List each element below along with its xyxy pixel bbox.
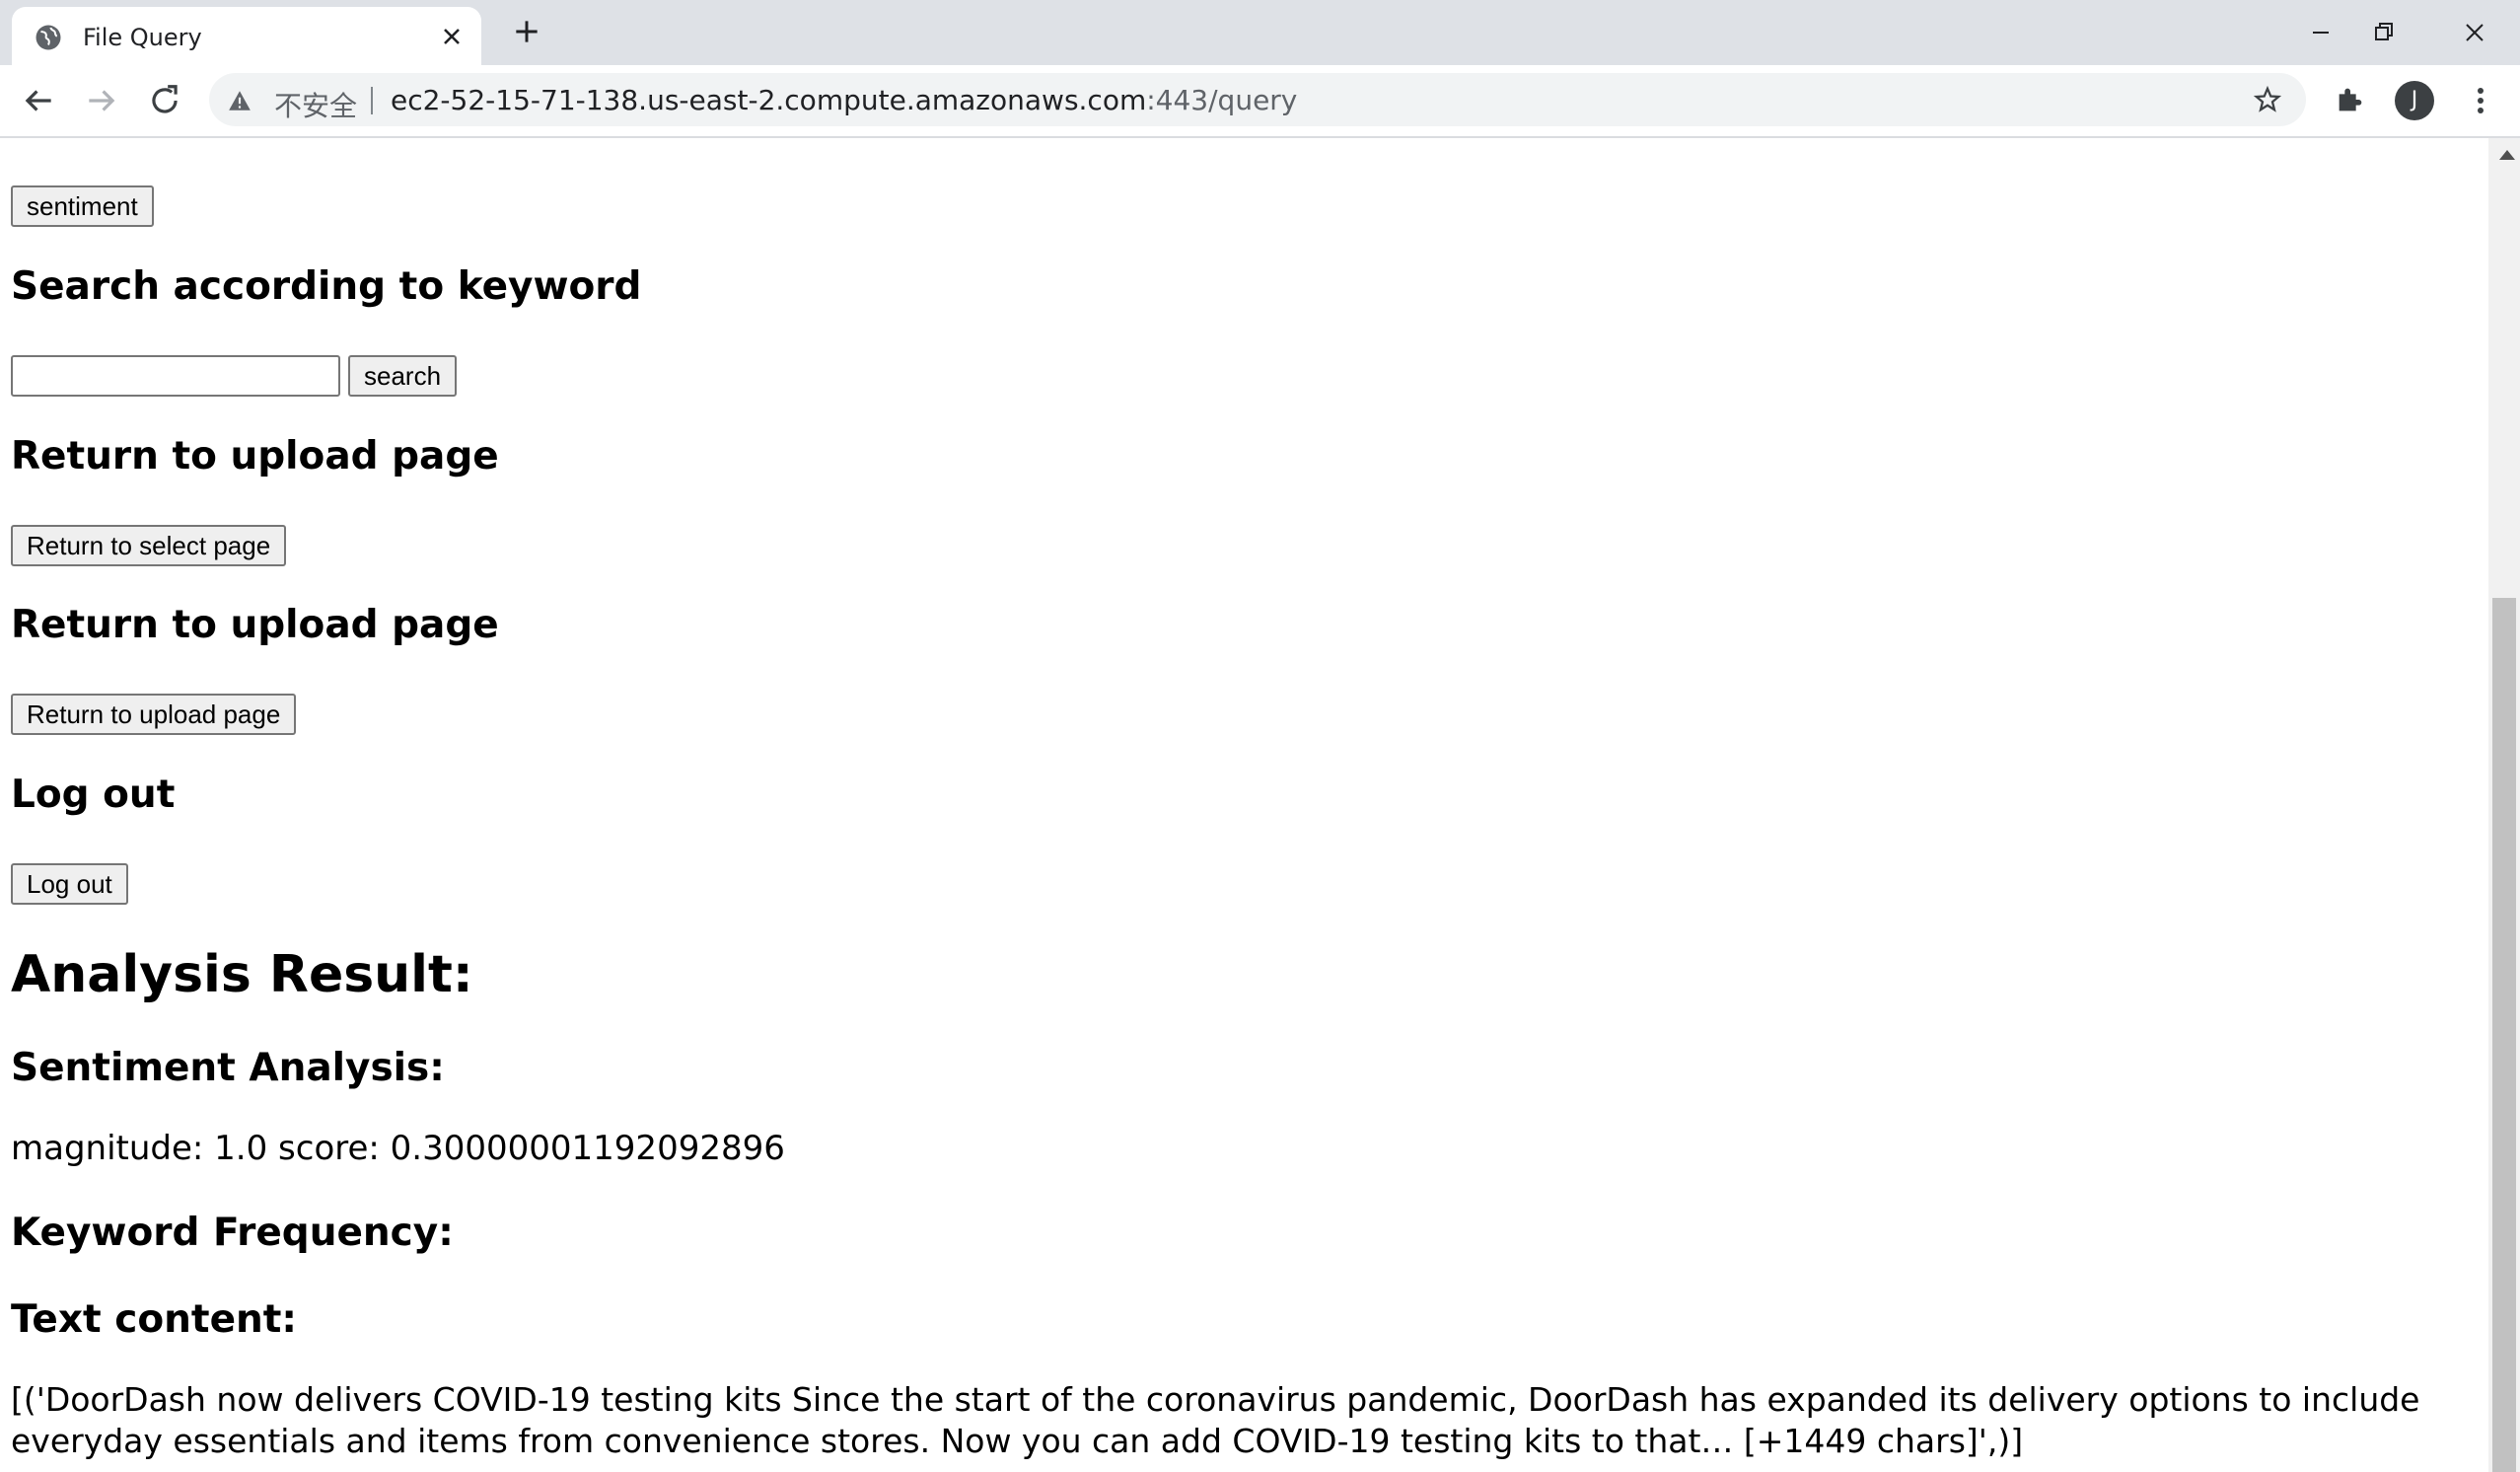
cut-off-heading [11,138,25,147]
globe-icon [36,25,61,50]
extensions-icon[interactable] [2334,83,2367,116]
analysis-result-heading: Analysis Result: [11,945,473,1004]
plus-icon[interactable] [511,16,542,47]
search-heading: Search according to keyword [11,264,642,309]
scrollbar-thumb[interactable] [2492,598,2516,1472]
url-host: ec2-52-15-71-138.us-east-2.compute.amazo… [391,84,1147,116]
search-input[interactable] [11,355,340,397]
keyword-frequency-heading: Keyword Frequency: [11,1211,454,1255]
window-close-icon[interactable] [2452,10,2497,55]
logout-heading: Log out [11,773,176,817]
text-content-body: [('DoorDash now delivers COVID-19 testin… [11,1380,2420,1460]
return-select-button[interactable]: Return to select page [11,525,287,566]
star-icon[interactable] [2253,85,2282,114]
page-viewport: sentiment Search according to keyword se… [0,138,2488,1472]
omnibox-divider [371,87,373,114]
not-secure-label[interactable]: 不安全 [274,85,357,124]
search-button[interactable]: search [348,355,458,397]
vertical-scrollbar[interactable] [2488,138,2520,1472]
reload-icon[interactable] [146,82,183,119]
url-text[interactable]: ec2-52-15-71-138.us-east-2.compute.amazo… [391,84,1297,116]
text-content-heading: Text content: [11,1297,298,1342]
forward-arrow-icon[interactable] [83,82,120,119]
warning-icon[interactable] [227,88,252,113]
tab-strip: File Query [0,0,2520,65]
sentiment-button[interactable]: sentiment [11,185,154,227]
logout-button[interactable]: Log out [11,863,128,905]
return-upload-button[interactable]: Return to upload page [11,694,297,735]
address-bar[interactable]: 不安全 ec2-52-15-71-138.us-east-2.compute.a… [209,73,2306,126]
scroll-up-arrow-icon[interactable] [2499,150,2515,160]
minimize-icon[interactable] [2298,10,2343,55]
tab-file-query[interactable]: File Query [12,7,481,65]
tab-title: File Query [83,24,202,51]
return-upload-heading-1: Return to upload page [11,434,499,478]
sentiment-analysis-heading: Sentiment Analysis: [11,1046,445,1090]
return-upload-heading-2: Return to upload page [11,603,499,647]
browser-toolbar: 不安全 ec2-52-15-71-138.us-east-2.compute.a… [0,65,2520,138]
url-port-path: :443/query [1146,84,1298,116]
close-icon[interactable] [438,23,466,50]
kebab-menu-icon[interactable] [2466,81,2495,120]
sentiment-result-text: magnitude: 1.0 score: 0.3000000119209289… [11,1129,785,1168]
back-arrow-icon[interactable] [20,82,57,119]
restore-icon[interactable] [2361,10,2407,55]
avatar[interactable]: J [2395,81,2434,120]
